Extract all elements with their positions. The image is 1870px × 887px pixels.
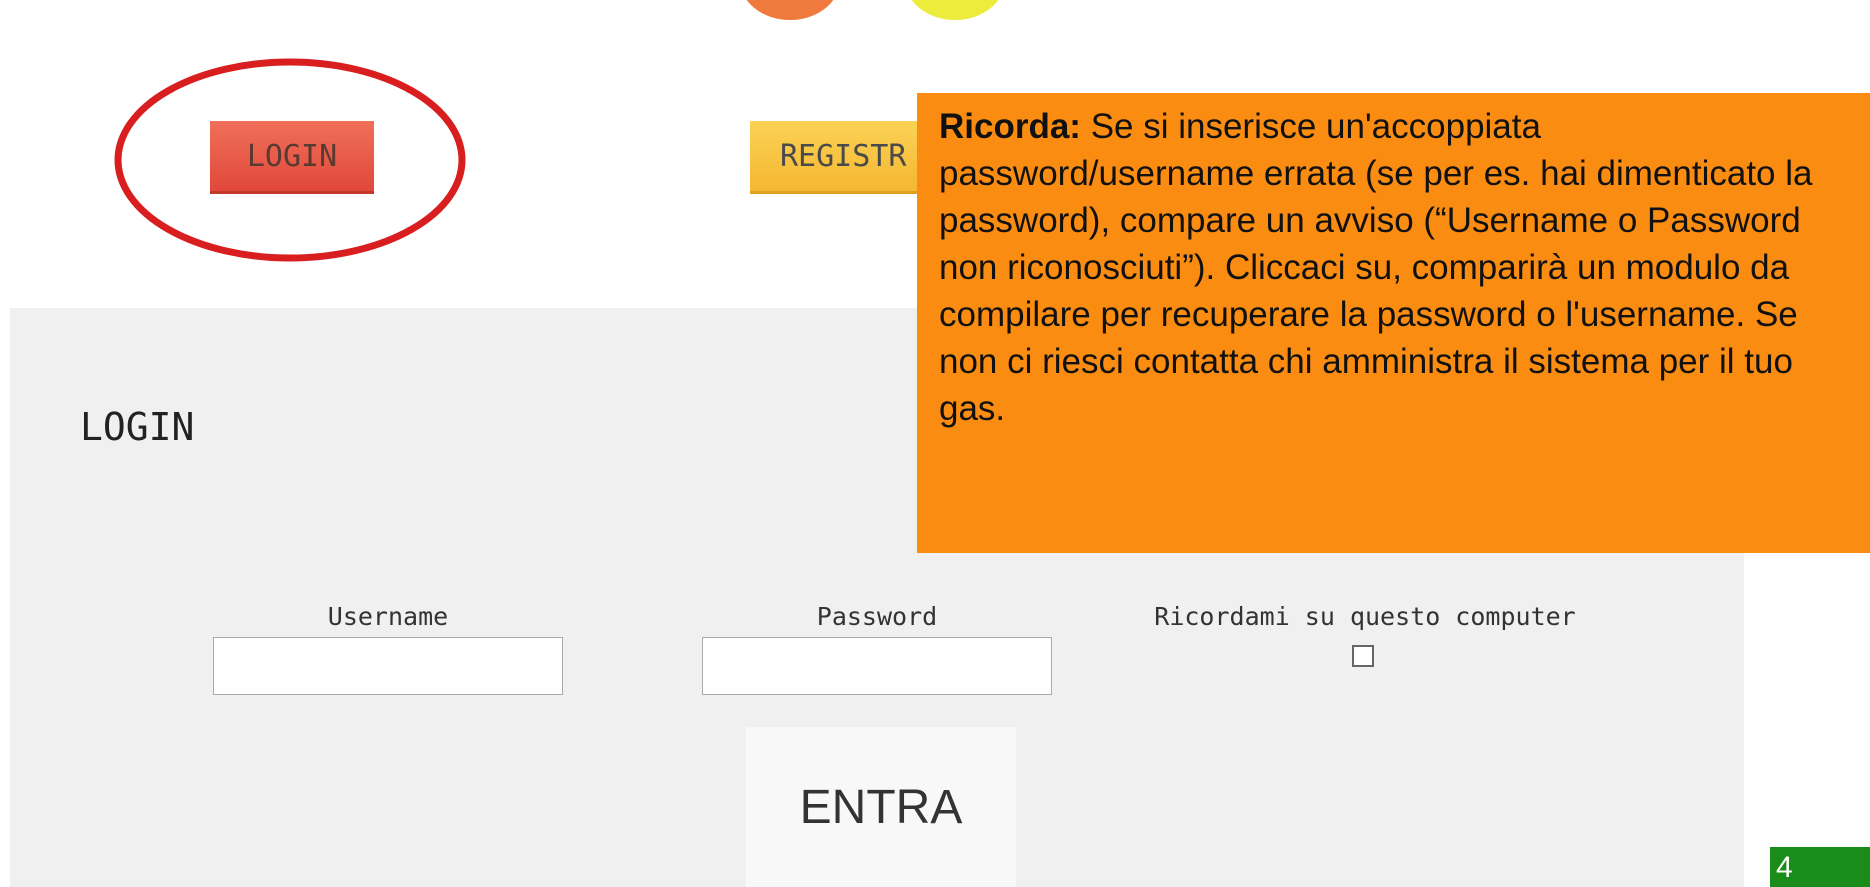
submit-button[interactable]: ENTRA [746,727,1016,887]
remember-me-checkbox[interactable] [1352,645,1374,667]
username-input[interactable] [213,637,563,695]
decorative-orange-circle [740,0,840,20]
username-label: Username [327,602,449,631]
remember-me-label: Ricordami su questo computer [1154,602,1576,631]
slide-number-badge: 4 [1770,847,1870,887]
decorative-yellow-circle [905,0,1005,20]
password-input[interactable] [702,637,1052,695]
login-title: LOGIN [80,405,195,449]
note-text: Se si inserisce un'accoppiata password/u… [939,107,1813,428]
reminder-note: Ricorda: Se si inserisce un'accoppiata p… [917,93,1870,553]
password-label: Password [816,602,938,631]
note-heading: Ricorda: [939,107,1081,146]
register-button[interactable]: REGISTR [750,121,920,194]
highlight-ring [114,58,466,262]
